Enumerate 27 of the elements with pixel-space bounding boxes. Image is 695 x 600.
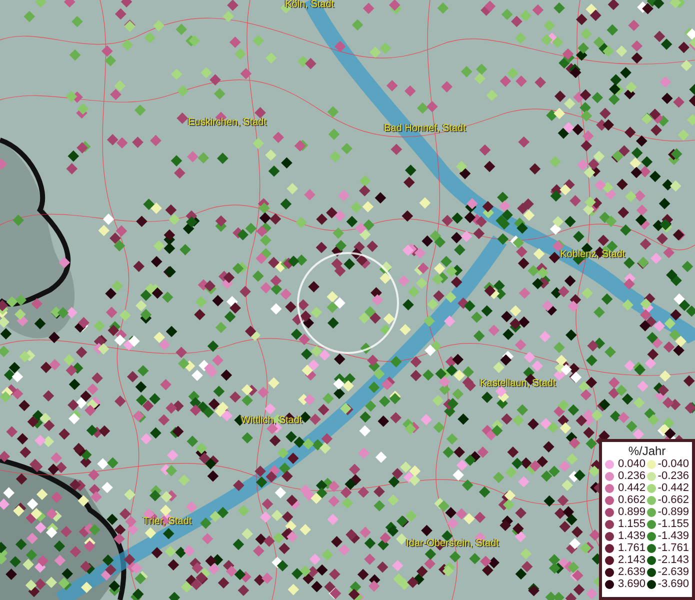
legend-value: 2.639 — [618, 566, 647, 578]
legend-value: -0.040 — [658, 458, 689, 470]
place-label: Euskirchen, Stadt — [188, 118, 266, 128]
legend-value: -1.155 — [658, 518, 689, 530]
legend-value: -3.690 — [658, 578, 689, 590]
legend-value: 2.143 — [618, 554, 647, 566]
legend-value: -2.143 — [658, 554, 689, 566]
legend-value: 0.899 — [618, 506, 647, 518]
place-label: Trier, Stadt — [143, 517, 192, 527]
legend-value: -1.761 — [658, 542, 689, 554]
legend-value: 0.236 — [618, 470, 647, 482]
legend-value: -0.236 — [658, 470, 689, 482]
legend-value: -0.442 — [658, 482, 689, 494]
legend-value: -0.899 — [658, 506, 689, 518]
legend-value: 3.690 — [618, 578, 647, 590]
legend-value: -1.439 — [658, 530, 689, 542]
legend-value: 1.761 — [618, 542, 647, 554]
legend-value: 0.040 — [618, 458, 647, 470]
legend-value: 1.155 — [618, 518, 647, 530]
legend-value: 0.662 — [618, 494, 647, 506]
legend-title: %/Jahr — [627, 444, 667, 458]
legend-value: -2.639 — [658, 566, 689, 578]
legend-value: -0.662 — [658, 494, 689, 506]
place-label: Kastellaun, Stadt — [480, 379, 556, 389]
place-label: Köln, Stadt — [285, 0, 334, 10]
legend-value: 1.439 — [618, 530, 647, 542]
legend-value: 0.442 — [618, 482, 647, 494]
